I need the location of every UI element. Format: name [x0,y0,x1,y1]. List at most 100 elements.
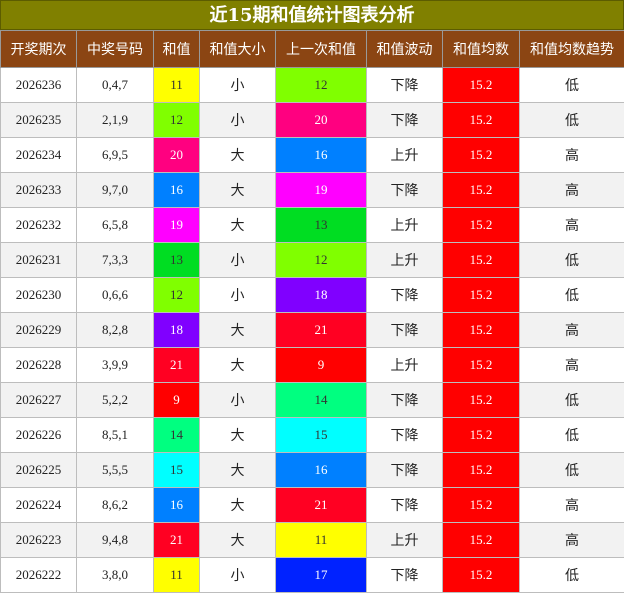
cell-wave: 上升 [367,348,443,383]
cell-avg: 15.2 [443,453,520,488]
cell-avg: 15.2 [443,383,520,418]
cell-size: 小 [200,68,276,103]
cell-numbers: 2,1,9 [77,103,154,138]
cell-size: 小 [200,558,276,593]
cell-trend: 低 [520,278,624,313]
cell-avg: 15.2 [443,68,520,103]
cell-size: 大 [200,348,276,383]
cell-size: 小 [200,103,276,138]
cell-trend: 低 [520,243,624,278]
cell-sum: 12 [154,278,200,313]
cell-period: 2026222 [1,558,77,593]
table-body: 20262360,4,711小12下降15.2低20262352,1,912小2… [1,68,624,593]
cell-trend: 高 [520,313,624,348]
cell-prev-sum: 18 [276,278,367,313]
cell-sum: 14 [154,418,200,453]
cell-wave: 下降 [367,68,443,103]
cell-sum: 18 [154,313,200,348]
cell-prev-sum: 9 [276,348,367,383]
cell-wave: 上升 [367,208,443,243]
cell-avg: 15.2 [443,558,520,593]
cell-numbers: 8,2,8 [77,313,154,348]
table-row: 20262223,8,011小17下降15.2低 [1,558,624,593]
cell-period: 2026231 [1,243,77,278]
cell-prev-sum: 14 [276,383,367,418]
cell-avg: 15.2 [443,243,520,278]
cell-avg: 15.2 [443,418,520,453]
header-sum: 和值 [154,31,200,68]
cell-sum: 20 [154,138,200,173]
header-size: 和值大小 [200,31,276,68]
cell-wave: 上升 [367,138,443,173]
cell-size: 小 [200,278,276,313]
cell-trend: 高 [520,138,624,173]
table-row: 20262339,7,016大19下降15.2高 [1,173,624,208]
cell-period: 2026223 [1,523,77,558]
cell-wave: 下降 [367,173,443,208]
cell-sum: 16 [154,173,200,208]
cell-size: 大 [200,523,276,558]
cell-trend: 高 [520,348,624,383]
header-period: 开奖期次 [1,31,77,68]
cell-trend: 低 [520,418,624,453]
page: 近15期和值统计图表分析 开奖期次 中奖号码 和值 和值大小 上一次和值 和值波… [0,0,624,592]
cell-wave: 上升 [367,243,443,278]
cell-period: 2026228 [1,348,77,383]
cell-wave: 下降 [367,278,443,313]
table-row: 20262275,2,29小14下降15.2低 [1,383,624,418]
table-row: 20262317,3,313小12上升15.2低 [1,243,624,278]
table-row: 20262239,4,821大11上升15.2高 [1,523,624,558]
cell-sum: 16 [154,488,200,523]
cell-sum: 11 [154,558,200,593]
table-row: 20262360,4,711小12下降15.2低 [1,68,624,103]
cell-wave: 下降 [367,418,443,453]
cell-size: 大 [200,488,276,523]
cell-size: 大 [200,313,276,348]
cell-period: 2026225 [1,453,77,488]
table-row: 20262326,5,819大13上升15.2高 [1,208,624,243]
cell-sum: 11 [154,68,200,103]
page-title: 近15期和值统计图表分析 [0,0,624,30]
cell-trend: 低 [520,453,624,488]
cell-prev-sum: 21 [276,313,367,348]
cell-prev-sum: 16 [276,138,367,173]
cell-period: 2026224 [1,488,77,523]
header-trend: 和值均数趋势 [520,31,624,68]
cell-period: 2026227 [1,383,77,418]
cell-numbers: 0,4,7 [77,68,154,103]
cell-numbers: 6,5,8 [77,208,154,243]
cell-numbers: 3,8,0 [77,558,154,593]
cell-prev-sum: 12 [276,243,367,278]
cell-period: 2026234 [1,138,77,173]
cell-prev-sum: 21 [276,488,367,523]
cell-period: 2026229 [1,313,77,348]
table-row: 20262268,5,114大15下降15.2低 [1,418,624,453]
cell-sum: 21 [154,348,200,383]
cell-wave: 下降 [367,383,443,418]
cell-prev-sum: 12 [276,68,367,103]
cell-size: 大 [200,208,276,243]
cell-avg: 15.2 [443,103,520,138]
table-row: 20262298,2,818大21下降15.2高 [1,313,624,348]
cell-wave: 下降 [367,313,443,348]
cell-numbers: 9,4,8 [77,523,154,558]
cell-size: 小 [200,383,276,418]
sum-stats-table: 开奖期次 中奖号码 和值 和值大小 上一次和值 和值波动 和值均数 和值均数趋势… [0,30,624,593]
cell-size: 大 [200,173,276,208]
cell-prev-sum: 16 [276,453,367,488]
cell-numbers: 3,9,9 [77,348,154,383]
cell-trend: 高 [520,523,624,558]
header-row: 开奖期次 中奖号码 和值 和值大小 上一次和值 和值波动 和值均数 和值均数趋势 [1,31,624,68]
cell-period: 2026235 [1,103,77,138]
cell-trend: 高 [520,173,624,208]
cell-prev-sum: 13 [276,208,367,243]
cell-trend: 低 [520,103,624,138]
cell-numbers: 7,3,3 [77,243,154,278]
cell-period: 2026226 [1,418,77,453]
table-row: 20262346,9,520大16上升15.2高 [1,138,624,173]
table-row: 20262283,9,921大9上升15.2高 [1,348,624,383]
cell-trend: 高 [520,208,624,243]
cell-period: 2026232 [1,208,77,243]
header-wave: 和值波动 [367,31,443,68]
cell-sum: 19 [154,208,200,243]
